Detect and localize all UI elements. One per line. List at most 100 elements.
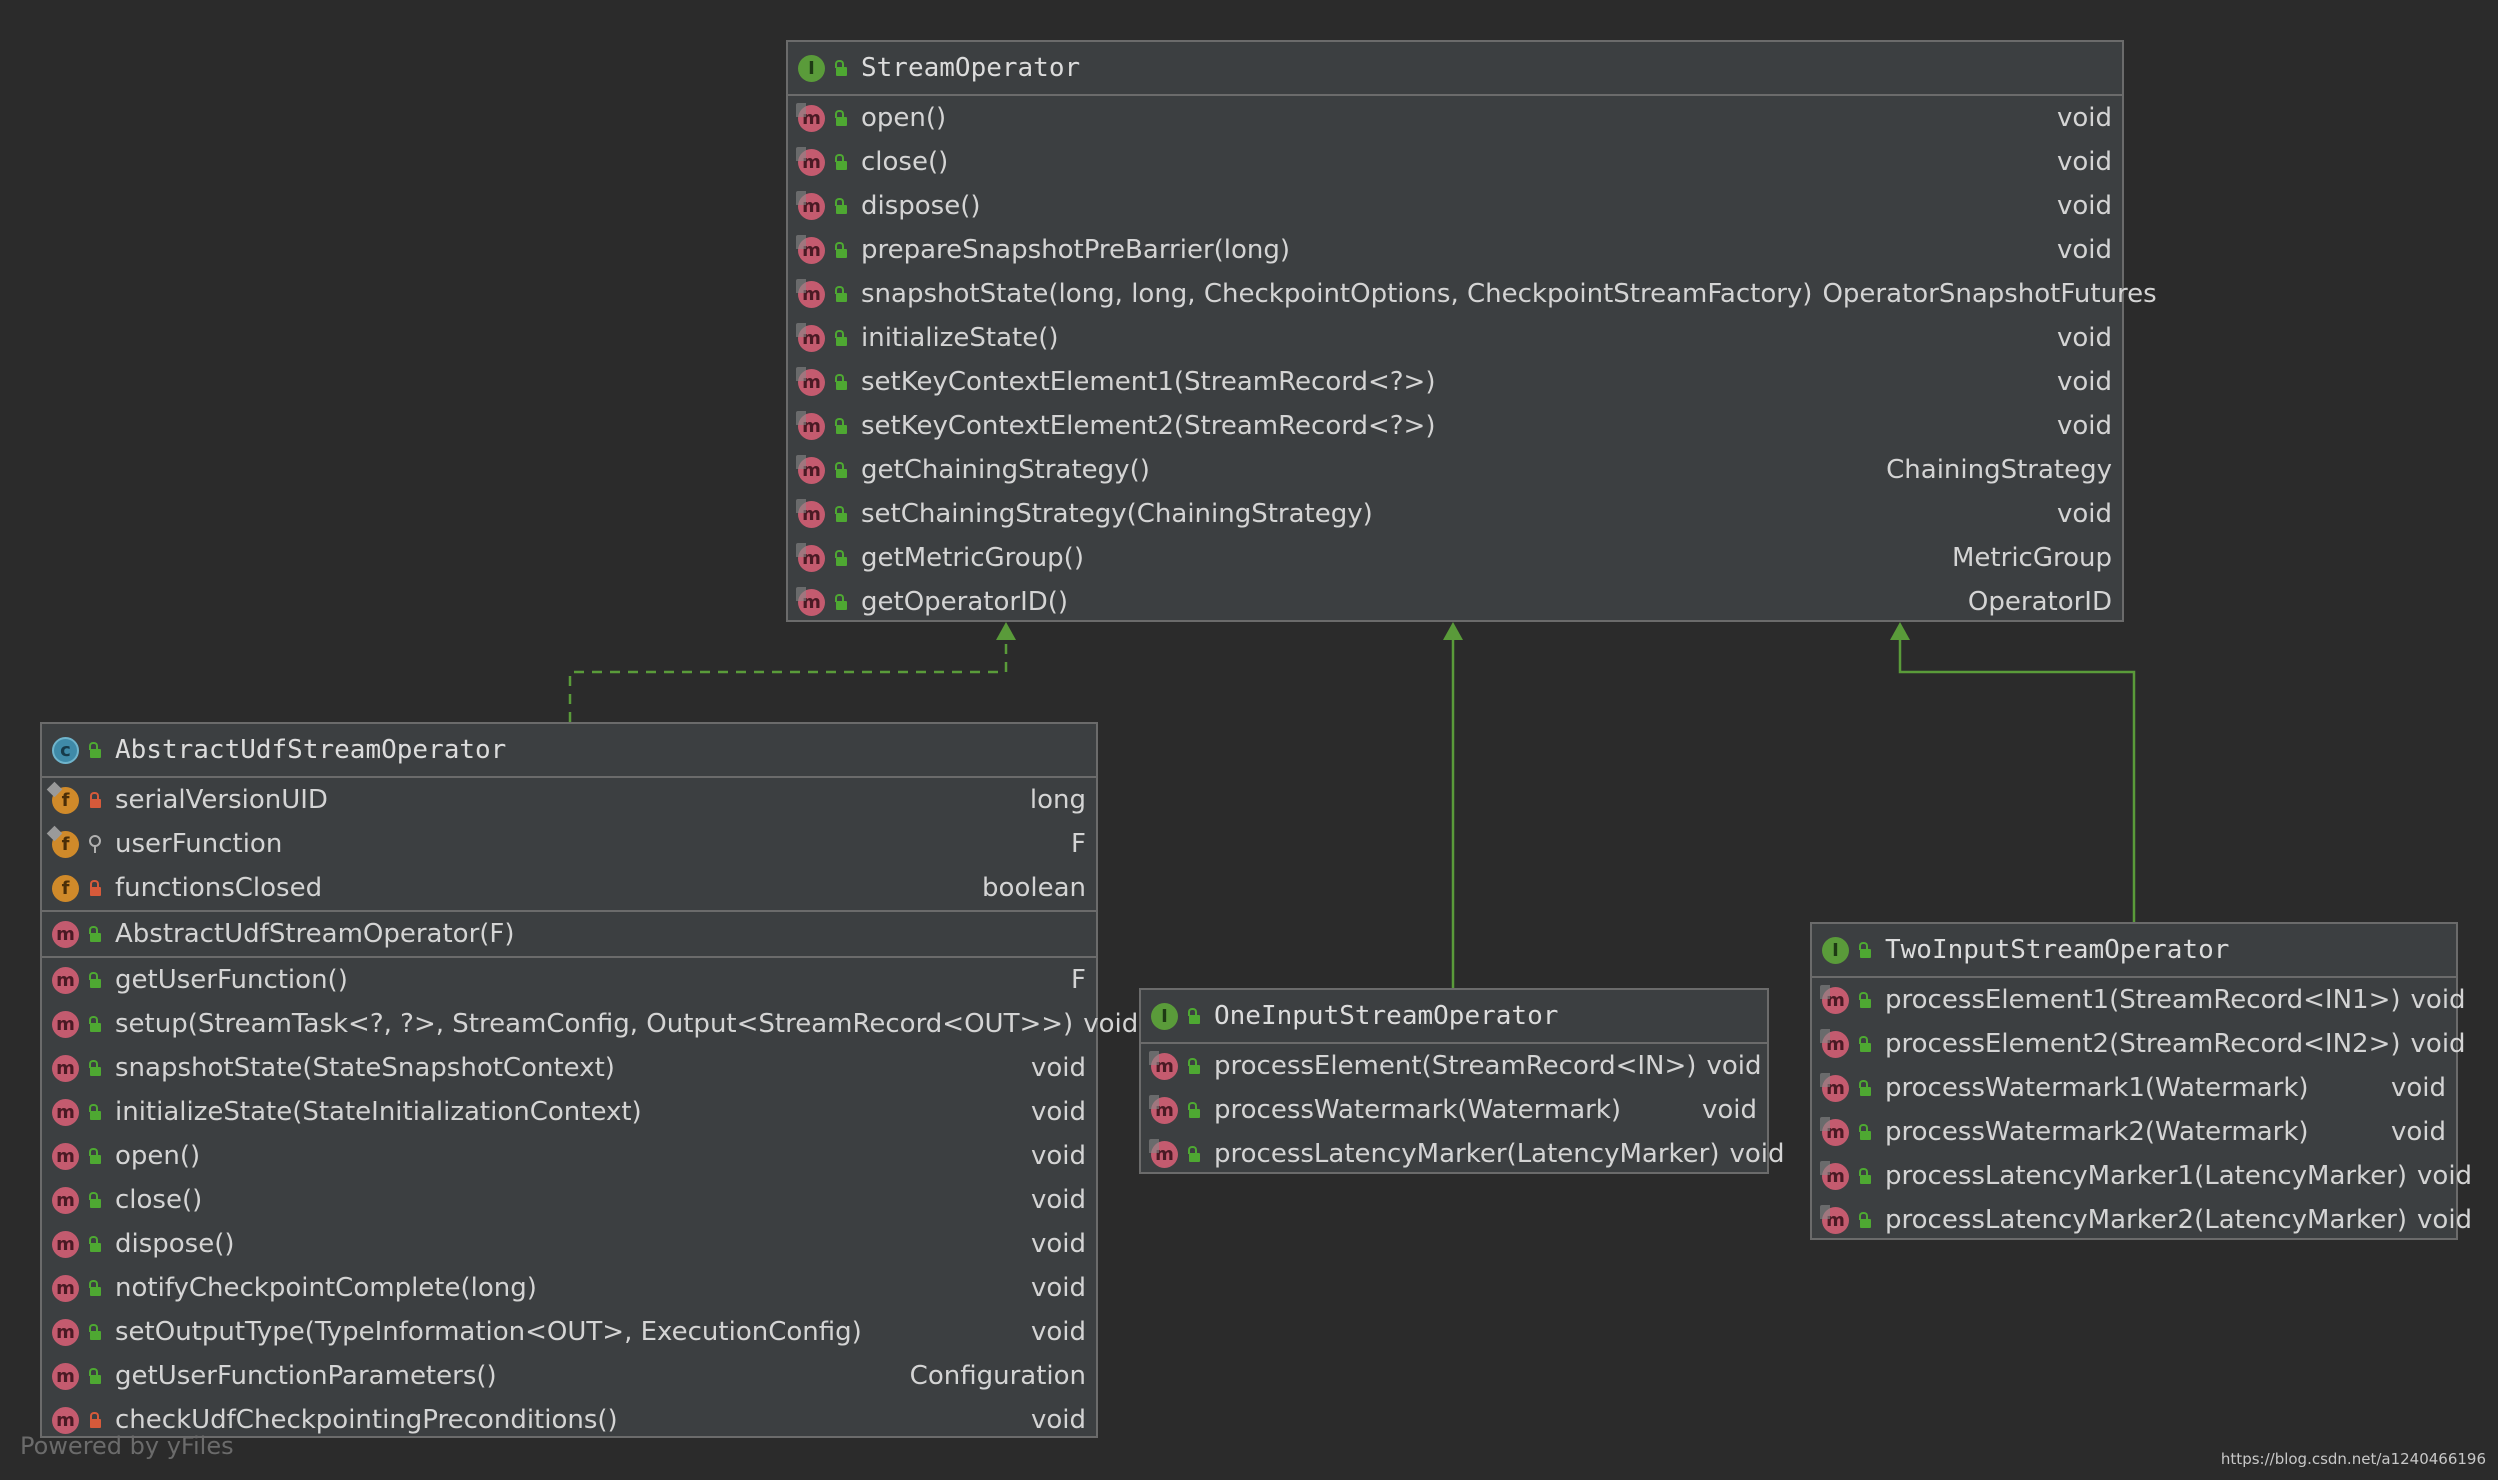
- method-type: Configuration: [909, 1361, 1086, 1391]
- method-row[interactable]: m open() void: [788, 96, 2122, 140]
- method-icon: m: [52, 1274, 79, 1302]
- box-header: I TwoInputStreamOperator: [1812, 924, 2456, 978]
- method-row[interactable]: m notifyCheckpointComplete(long) void: [42, 1266, 1096, 1310]
- method-type: void: [1030, 1317, 1086, 1347]
- method-row[interactable]: m close() void: [788, 140, 2122, 184]
- method-icon: m: [52, 1098, 79, 1126]
- abstract-udf-stream-operator-box[interactable]: c AbstractUdfStreamOperator f serialVersi…: [40, 722, 1138, 1438]
- public-visibility-icon: [833, 374, 849, 390]
- one-input-stream-operator-box[interactable]: I OneInputStreamOperator m processElement…: [1139, 988, 1785, 1176]
- method-row[interactable]: m processElement1(StreamRecord<IN1>) void: [1812, 978, 2466, 1022]
- box-title: OneInputStreamOperator: [1214, 1001, 1559, 1031]
- method-icon: m: [796, 278, 825, 308]
- two-input-stream-operator-box[interactable]: I TwoInputStreamOperator m processElement…: [1810, 922, 2472, 1242]
- method-row[interactable]: m processLatencyMarker(LatencyMarker) void: [1141, 1132, 1785, 1176]
- public-visibility-icon: [833, 462, 849, 478]
- method-icon: m: [52, 1406, 79, 1434]
- method-name: getOperatorID(): [861, 587, 1069, 617]
- method-name: setOutputType(TypeInformation<OUT>, Exec…: [115, 1317, 862, 1347]
- watermark-url: https://blog.csdn.net/a1240466196: [2220, 1450, 2486, 1468]
- method-name: prepareSnapshotPreBarrier(long): [861, 235, 1291, 265]
- field-row[interactable]: f functionsClosed boolean: [42, 866, 1096, 910]
- method-row[interactable]: m getUserFunction() F: [42, 958, 1096, 1002]
- public-visibility-icon: [87, 1368, 103, 1384]
- method-type: F: [1071, 965, 1086, 995]
- method-row[interactable]: m snapshotState(long, long, CheckpointOpt…: [788, 272, 2157, 316]
- method-icon: m: [1149, 1050, 1178, 1080]
- public-visibility-icon: [87, 1060, 103, 1076]
- method-name: snapshotState(StateSnapshotContext): [115, 1053, 615, 1083]
- method-type: void: [2390, 1117, 2446, 1147]
- interface-icon: I: [1151, 1002, 1178, 1030]
- method-row[interactable]: m getMetricGroup() MetricGroup: [788, 536, 2122, 580]
- interface-icon: I: [798, 54, 825, 82]
- public-visibility-icon: [833, 418, 849, 434]
- public-visibility-icon: [833, 330, 849, 346]
- method-name: processLatencyMarker2(LatencyMarker): [1885, 1205, 2408, 1235]
- method-icon: m: [796, 586, 825, 616]
- method-name: processWatermark(Watermark): [1214, 1095, 1622, 1125]
- method-row[interactable]: m initializeState(StateInitializationCont…: [42, 1090, 1096, 1134]
- method-icon: m: [796, 454, 825, 484]
- method-row[interactable]: m processWatermark(Watermark) void: [1141, 1088, 1767, 1132]
- method-icon: m: [52, 1054, 79, 1082]
- method-row[interactable]: m getUserFunctionParameters() Configuratio…: [42, 1354, 1096, 1398]
- method-name: getUserFunction(): [115, 965, 348, 995]
- method-row[interactable]: m close() void: [42, 1178, 1096, 1222]
- method-name: notifyCheckpointComplete(long): [115, 1273, 537, 1303]
- method-row[interactable]: m processLatencyMarker2(LatencyMarker) voi…: [1812, 1198, 2472, 1242]
- public-visibility-icon: [1857, 1036, 1873, 1052]
- class-icon: c: [52, 736, 79, 764]
- method-icon: m: [52, 1010, 79, 1038]
- method-row[interactable]: m setKeyContextElement1(StreamRecord<?>) v…: [788, 360, 2122, 404]
- method-type: void: [2390, 1073, 2446, 1103]
- method-type: void: [2056, 323, 2112, 353]
- field-icon: f: [52, 830, 79, 858]
- method-icon: m: [1820, 984, 1849, 1014]
- method-type: void: [1030, 1229, 1086, 1259]
- box-header: c AbstractUdfStreamOperator: [42, 724, 1096, 778]
- method-type: void: [1706, 1051, 1762, 1081]
- method-row[interactable]: m prepareSnapshotPreBarrier(long) void: [788, 228, 2122, 272]
- stream-operator-box[interactable]: I StreamOperator m open() void m close() voi…: [786, 40, 2157, 624]
- method-row[interactable]: m processWatermark1(Watermark) void: [1812, 1066, 2456, 1110]
- protected-visibility-icon: [87, 836, 103, 853]
- field-icon: f: [52, 786, 79, 814]
- method-icon: m: [52, 920, 79, 948]
- method-row[interactable]: m processWatermark2(Watermark) void: [1812, 1110, 2456, 1154]
- implements-edge-abstract-udf: [568, 628, 1008, 722]
- method-row[interactable]: m dispose() void: [788, 184, 2122, 228]
- constructor-row[interactable]: m AbstractUdfStreamOperator(F): [42, 912, 1096, 956]
- method-name: processElement2(StreamRecord<IN2>): [1885, 1029, 2401, 1059]
- method-row[interactable]: m processLatencyMarker1(LatencyMarker) voi…: [1812, 1154, 2472, 1198]
- public-visibility-icon: [87, 1236, 103, 1252]
- method-row[interactable]: m snapshotState(StateSnapshotContext) void: [42, 1046, 1096, 1090]
- method-row[interactable]: m setOutputType(TypeInformation<OUT>, Exe…: [42, 1310, 1096, 1354]
- public-visibility-icon: [833, 286, 849, 302]
- field-row[interactable]: f serialVersionUID long: [42, 778, 1096, 822]
- method-row[interactable]: m getOperatorID() OperatorID: [788, 580, 2122, 624]
- method-row[interactable]: m initializeState() void: [788, 316, 2122, 360]
- method-row[interactable]: m getChainingStrategy() ChainingStrategy: [788, 448, 2122, 492]
- method-type: void: [1030, 1185, 1086, 1215]
- method-name: close(): [115, 1185, 203, 1215]
- method-row[interactable]: m processElement2(StreamRecord<IN2>) void: [1812, 1022, 2466, 1066]
- field-name: userFunction: [115, 829, 283, 859]
- method-name: close(): [861, 147, 949, 177]
- method-name: dispose(): [861, 191, 981, 221]
- method-row[interactable]: m setup(StreamTask<?, ?>, StreamConfig, O…: [42, 1002, 1138, 1046]
- method-row[interactable]: m setChainingStrategy(ChainingStrategy) vo…: [788, 492, 2122, 536]
- method-type: void: [2056, 411, 2112, 441]
- method-row[interactable]: m processElement(StreamRecord<IN>) void: [1141, 1044, 1767, 1088]
- method-icon: m: [1820, 1028, 1849, 1058]
- method-type: void: [1030, 1097, 1086, 1127]
- method-name: setKeyContextElement2(StreamRecord<?>): [861, 411, 1436, 441]
- private-visibility-icon: [87, 1412, 103, 1428]
- method-row[interactable]: m open() void: [42, 1134, 1096, 1178]
- field-row[interactable]: f userFunction F: [42, 822, 1096, 866]
- method-row[interactable]: m setKeyContextElement2(StreamRecord<?>) v…: [788, 404, 2122, 448]
- method-name: initializeState(): [861, 323, 1059, 353]
- method-row[interactable]: m dispose() void: [42, 1222, 1096, 1266]
- method-name: setup(StreamTask<?, ?>, StreamConfig, Ou…: [115, 1009, 1074, 1039]
- method-type: void: [2056, 191, 2112, 221]
